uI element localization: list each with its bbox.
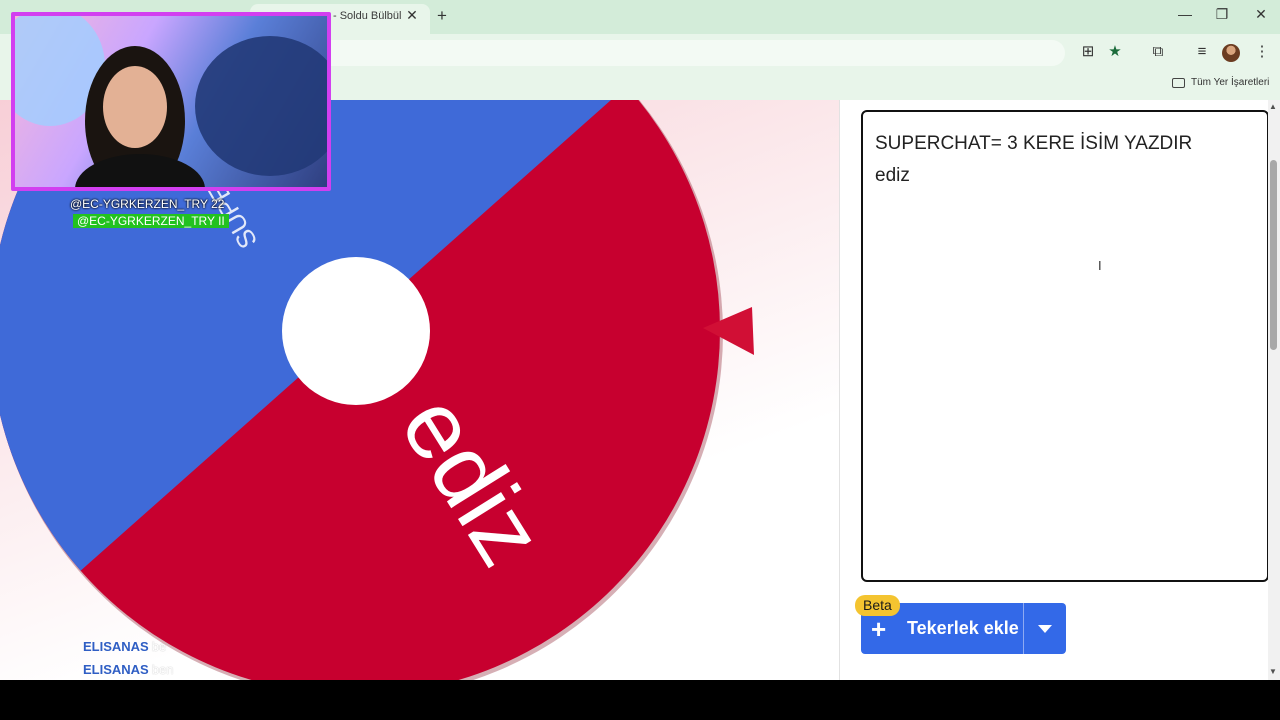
screen: - Soldu Bülbül ✕ + — ❐ ✕ ⊞ ★ ⧉ ≡ ⋮ Tüm Y… <box>0 0 1280 720</box>
scroll-down-icon[interactable]: ▼ <box>1269 667 1277 676</box>
entries-textarea[interactable]: SUPERCHAT= 3 KERE İSİM YAZDIR ediz <box>861 110 1269 582</box>
menu-dots-icon[interactable]: ⋮ <box>1252 42 1272 62</box>
scroll-thumb[interactable] <box>1270 160 1277 350</box>
tab-close-icon[interactable]: ✕ <box>404 7 420 24</box>
address-bar[interactable] <box>300 40 1065 66</box>
chat-text: be <box>151 639 167 654</box>
letterbox-bar <box>0 680 1280 720</box>
person-face <box>103 66 167 148</box>
chat-username: ELISANAS <box>83 639 149 654</box>
scroll-up-icon[interactable]: ▲ <box>1269 102 1277 111</box>
wheel-center-hub[interactable] <box>282 257 430 405</box>
media-control-icon[interactable]: ≡ <box>1192 42 1212 62</box>
text-cursor-icon: I <box>1098 258 1102 273</box>
entry-line: SUPERCHAT= 3 KERE İSİM YAZDIR <box>875 133 1193 154</box>
bookmark-star-icon[interactable]: ★ <box>1105 42 1125 62</box>
tab-title: - Soldu Bülbül <box>333 10 402 22</box>
add-wheel-dropdown[interactable] <box>1024 603 1066 654</box>
all-bookmarks-link[interactable]: Tüm Yer İşaretleri <box>1191 77 1269 88</box>
stream-handle-highlight: @EC-YGRKERZEN_TRY II <box>73 214 229 228</box>
folder-icon[interactable] <box>1172 78 1185 88</box>
plus-icon: + <box>871 613 887 644</box>
chat-text: ben <box>151 662 174 677</box>
translate-icon[interactable]: ⊞ <box>1078 42 1098 62</box>
chat-username: ELISANAS <box>83 662 149 677</box>
entry-line: ediz <box>875 165 910 186</box>
extensions-icon[interactable]: ⧉ <box>1148 42 1168 62</box>
stream-handle: @EC-YGRKERZEN_TRY 22 <box>70 197 225 211</box>
minimize-button[interactable]: — <box>1175 6 1195 22</box>
add-wheel-label: Tekerlek ekle <box>907 618 1019 638</box>
close-window-button[interactable]: ✕ <box>1251 6 1271 23</box>
profile-avatar[interactable] <box>1222 44 1240 62</box>
dropdown-arrow-icon <box>1038 624 1052 633</box>
restore-button[interactable]: ❐ <box>1212 6 1232 23</box>
webcam-overlay <box>11 12 331 191</box>
new-tab-button[interactable]: + <box>434 6 450 26</box>
beta-badge: Beta <box>855 595 900 616</box>
chat-message: ELISANAS be <box>83 639 166 654</box>
webcam-background-shape <box>195 36 327 176</box>
chat-message: ELISANAS ben <box>83 662 173 677</box>
